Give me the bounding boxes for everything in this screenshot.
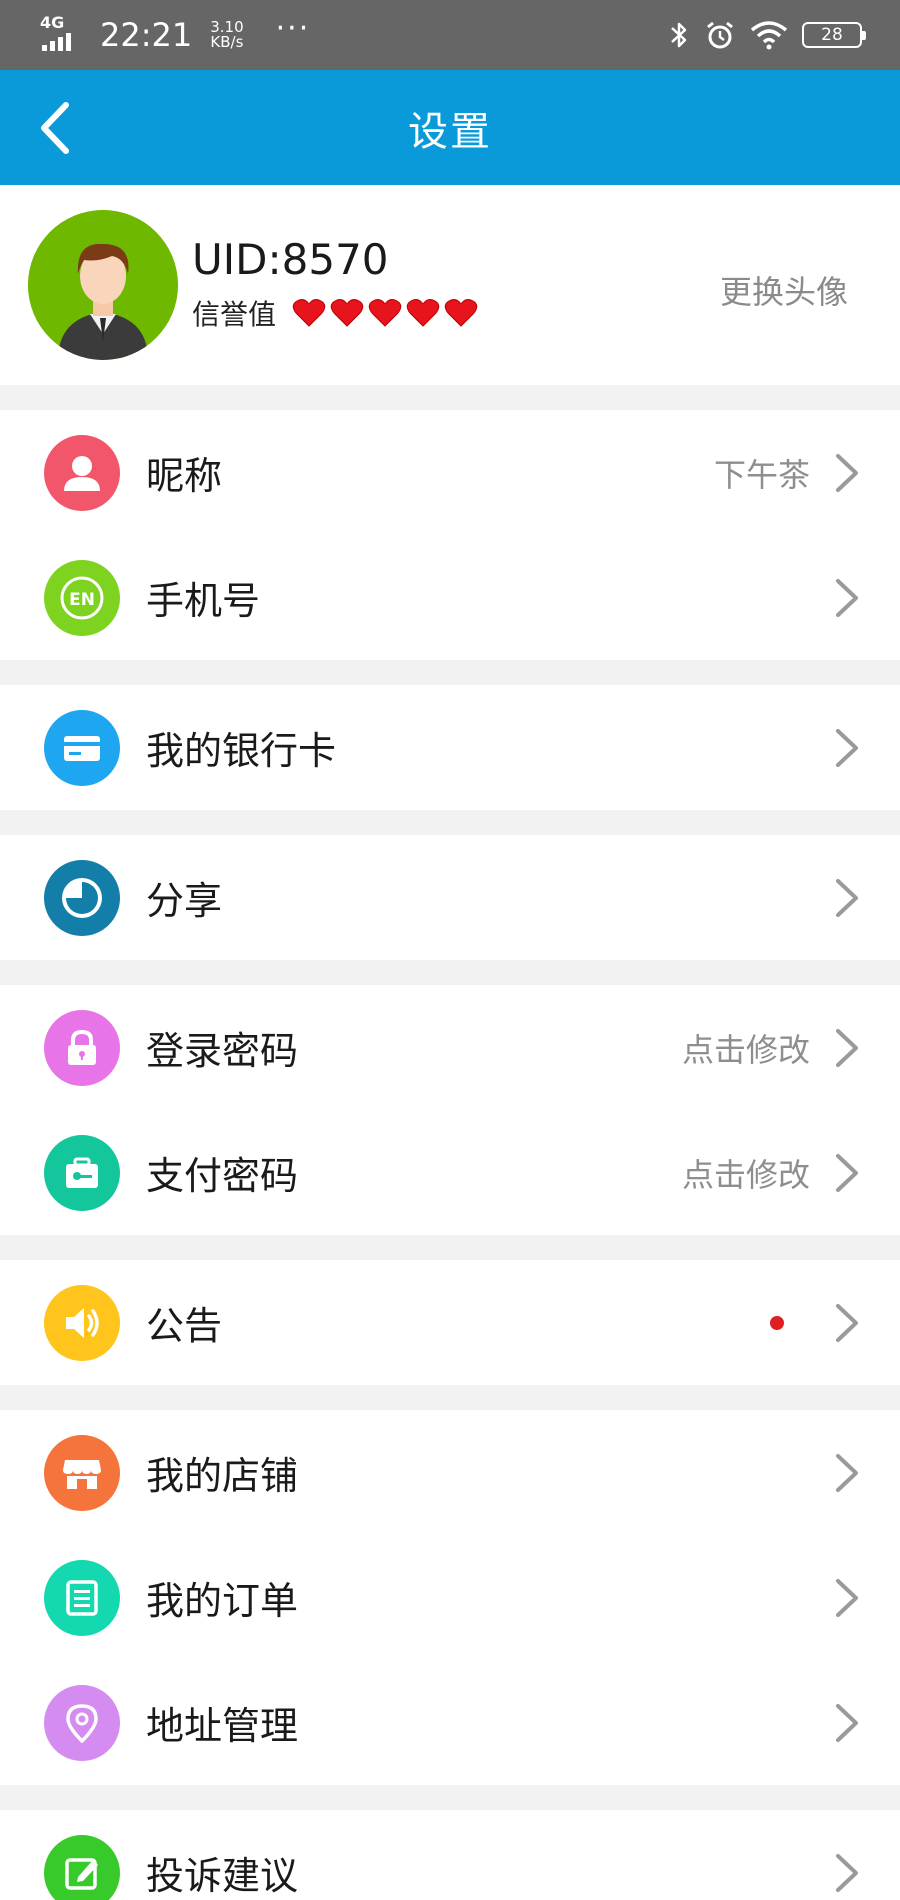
navigation-bar: 设置: [0, 70, 900, 185]
heart-icon: [406, 299, 440, 327]
chevron-right-icon: [832, 1851, 862, 1895]
chevron-right-icon: [832, 1451, 862, 1495]
credit-rating: [292, 298, 478, 328]
svg-text:EN: EN: [69, 590, 95, 610]
change-avatar-button[interactable]: 更换头像: [720, 267, 848, 313]
wifi-icon: [750, 21, 788, 50]
row-label: 支付密码: [146, 1154, 299, 1198]
chevron-right-icon: [832, 1151, 862, 1195]
row-label: 我的银行卡: [146, 729, 337, 773]
row-address-management[interactable]: 地址管理: [0, 1660, 900, 1785]
chevron-right-icon: [832, 1701, 862, 1745]
pie-chart-icon: [44, 859, 120, 936]
clock-time: 22:21: [100, 16, 193, 54]
row-label: 公告: [146, 1304, 223, 1348]
heart-icon: [330, 299, 364, 327]
settings-group-shop: 我的店铺 我的订单 地址管理: [0, 1410, 900, 1785]
unread-badge-dot: [770, 1315, 784, 1330]
avatar-person-icon: [28, 210, 178, 360]
avatar[interactable]: [28, 210, 178, 360]
chevron-right-icon: [832, 451, 862, 495]
user-icon: [44, 434, 120, 511]
row-share[interactable]: 分享: [0, 835, 900, 960]
network-type: 4G: [40, 13, 65, 32]
order-icon: [44, 1559, 120, 1636]
speaker-icon: [44, 1284, 120, 1361]
chevron-right-icon: [832, 1026, 862, 1070]
settings-group-passwords: 登录密码 点击修改 支付密码 点击修改: [0, 985, 900, 1235]
cellular-signal-icon: 4G: [40, 13, 84, 53]
more-notifications-icon: ···: [275, 11, 311, 46]
lock-icon: [44, 1009, 120, 1086]
row-my-store[interactable]: 我的店铺: [0, 1410, 900, 1535]
heart-icon: [444, 299, 478, 327]
chevron-right-icon: [832, 726, 862, 770]
page-title: 设置: [408, 108, 492, 155]
row-login-password[interactable]: 登录密码 点击修改: [0, 985, 900, 1110]
chevron-right-icon: [832, 1576, 862, 1620]
row-label: 地址管理: [146, 1704, 299, 1748]
row-label: 分享: [146, 879, 223, 923]
back-button[interactable]: [30, 98, 80, 158]
payment-password-action: 点击修改: [681, 1155, 810, 1194]
row-bank-card[interactable]: 我的银行卡: [0, 685, 900, 810]
row-label: 我的订单: [146, 1579, 299, 1623]
login-password-action: 点击修改: [681, 1030, 810, 1069]
row-label: 登录密码: [146, 1029, 299, 1073]
profile-card: UID:8570 信誉值 更换头像: [0, 185, 900, 385]
chevron-right-icon: [832, 876, 862, 920]
row-my-orders[interactable]: 我的订单: [0, 1535, 900, 1660]
row-label: 投诉建议: [146, 1854, 299, 1898]
row-payment-password[interactable]: 支付密码 点击修改: [0, 1110, 900, 1235]
chevron-left-icon: [41, 102, 69, 154]
row-phone-number[interactable]: EN 手机号: [0, 535, 900, 660]
battery-icon: 28: [802, 22, 866, 48]
row-complaints-suggestions[interactable]: 投诉建议: [0, 1810, 900, 1900]
settings-group-announcement: 公告: [0, 1260, 900, 1385]
heart-icon: [292, 299, 326, 327]
network-speed: 3.10 KB/s: [210, 18, 244, 51]
settings-group-share: 分享: [0, 835, 900, 960]
location-pin-icon: [44, 1684, 120, 1761]
row-label: 手机号: [146, 579, 261, 623]
bank-card-icon: [44, 709, 120, 786]
row-announcement[interactable]: 公告: [0, 1260, 900, 1385]
alarm-clock-icon: [707, 21, 733, 49]
credit-label: 信誉值: [192, 298, 277, 332]
heart-icon: [368, 299, 402, 327]
status-bar: 4G 22:21 3.10 KB/s ··· 28: [0, 0, 900, 70]
row-nickname[interactable]: 昵称 下午茶: [0, 410, 900, 535]
settings-group-account: 昵称 下午茶 EN 手机号: [0, 410, 900, 660]
chevron-right-icon: [832, 576, 862, 620]
row-label: 昵称: [146, 454, 223, 498]
row-label: 我的店铺: [146, 1454, 299, 1498]
nickname-value: 下午茶: [713, 455, 810, 494]
key-icon: [44, 1134, 120, 1211]
settings-group-feedback: 投诉建议: [0, 1810, 900, 1900]
chevron-right-icon: [832, 1301, 862, 1345]
settings-group-bank: 我的银行卡: [0, 685, 900, 810]
user-uid: UID:8570: [192, 234, 389, 284]
phone-en-icon: EN: [44, 559, 120, 636]
edit-icon: [44, 1834, 120, 1900]
bluetooth-icon: [671, 22, 687, 48]
store-icon: [44, 1434, 120, 1511]
